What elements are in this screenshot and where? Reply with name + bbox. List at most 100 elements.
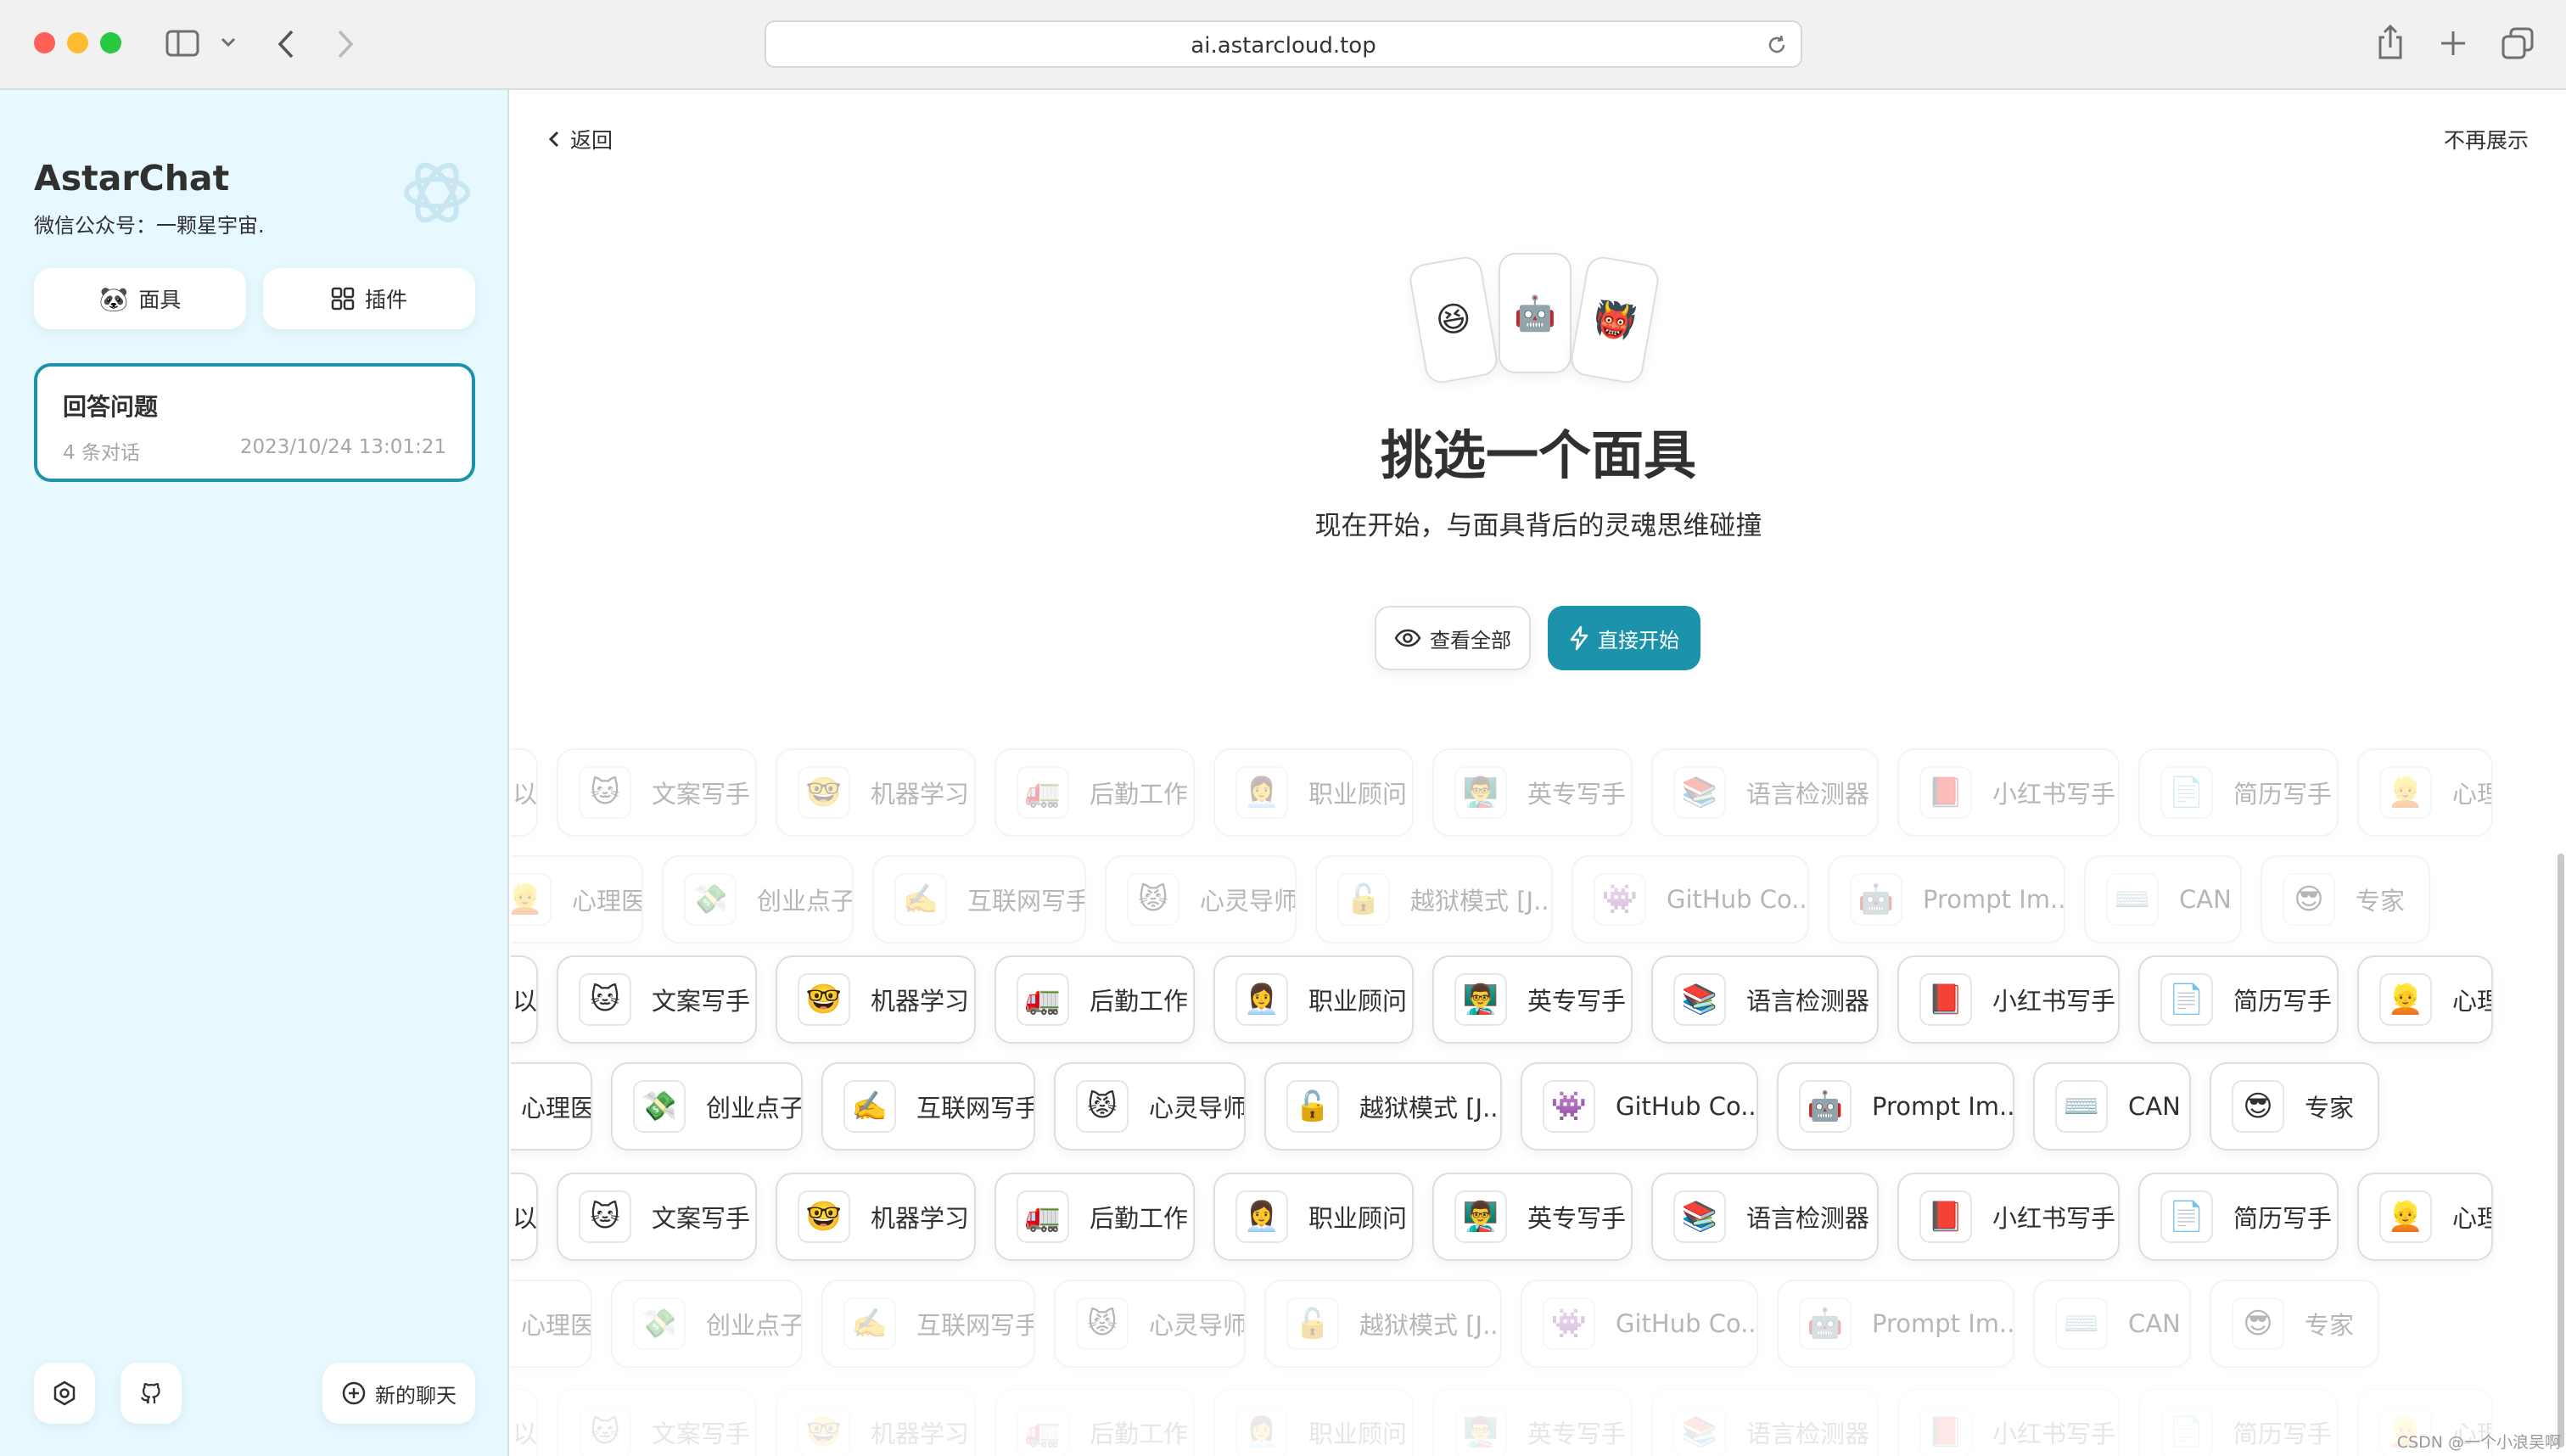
mask-item[interactable]: 🚛 后勤工作 (994, 748, 1195, 837)
mask-item[interactable]: 🖼️以文搜图 (511, 748, 538, 837)
mask-emoji: 👾 (1543, 1080, 1595, 1133)
mask-emoji: 👱 (2379, 1190, 2432, 1243)
mask-item[interactable]: 📕 小红书写手 (1897, 748, 2120, 837)
mask-item[interactable]: 🤖 Prompt Im... (1777, 1062, 2014, 1151)
mask-item[interactable]: 👱心理医生 (2357, 1173, 2493, 1261)
mask-item[interactable]: 🐱 文案写手 (557, 1173, 757, 1261)
mask-item[interactable]: 📕 小红书写手 (1897, 1388, 2120, 1456)
mask-item[interactable]: 👾 GitHub Co... (1521, 1280, 1758, 1368)
mask-item[interactable]: 👱心理医生 (2357, 748, 2493, 837)
mask-name: 以文搜图 (513, 1204, 538, 1233)
mask-item[interactable]: 🖼️以文搜图 (511, 955, 538, 1044)
mask-item[interactable]: ⌨️ CAN (2033, 1280, 2191, 1368)
mask-item[interactable]: 👱心理医生 (511, 1062, 592, 1151)
mask-item[interactable]: ✍️ 互联网写手 (872, 855, 1086, 944)
mask-item[interactable]: 💸 创业点子王 (611, 1062, 803, 1151)
github-button[interactable] (120, 1363, 182, 1424)
mask-item[interactable]: 📄 简历写手 (2138, 748, 2339, 837)
mask-emoji: 👩‍💼 (1235, 1190, 1288, 1243)
mask-item[interactable]: 👨‍🏫 英专写手 (1432, 955, 1633, 1044)
mask-item[interactable]: 😾 心灵导师 (1105, 855, 1297, 944)
mask-item[interactable]: 🚛 后勤工作 (994, 955, 1195, 1044)
mask-item[interactable]: ⌨️ CAN (2084, 855, 2242, 944)
mask-item[interactable]: 👾 GitHub Co... (1572, 855, 1809, 944)
mask-icon: 🐼 (98, 284, 129, 313)
settings-button[interactable] (34, 1363, 95, 1424)
mask-item[interactable]: 👩‍💼 职业顾问 (1213, 1388, 1414, 1456)
zoom-window-button[interactable] (100, 32, 121, 53)
mask-item[interactable]: 📄 简历写手 (2138, 1388, 2339, 1456)
view-all-button[interactable]: 查看全部 (1375, 606, 1531, 670)
mask-item[interactable]: ✍️ 互联网写手 (821, 1062, 1035, 1151)
dont-show-again-button[interactable]: 不再展示 (2444, 124, 2529, 154)
plugin-button[interactable]: 插件 (263, 268, 475, 329)
mask-item[interactable]: 💸 创业点子王 (662, 855, 854, 944)
mask-item[interactable]: 👾 GitHub Co... (1521, 1062, 1758, 1151)
chat-list-item[interactable]: 回答问题 4 条对话 2023/10/24 13:01:21 (34, 363, 475, 482)
mask-item[interactable]: 👨‍🏫 英专写手 (1432, 1388, 1633, 1456)
mask-item[interactable]: 👨‍🏫 英专写手 (1432, 748, 1633, 837)
mask-emoji: 👩‍💼 (1235, 1406, 1288, 1456)
mask-button[interactable]: 🐼 面具 (34, 268, 246, 329)
mask-item[interactable]: 🚛 后勤工作 (994, 1173, 1195, 1261)
reload-icon[interactable] (1765, 33, 1789, 57)
mask-item[interactable]: 😾 心灵导师 (1054, 1280, 1246, 1368)
mask-item[interactable]: 📚 语言检测器 (1651, 1388, 1879, 1456)
mask-item[interactable]: 📚 语言检测器 (1651, 1173, 1879, 1261)
start-chat-button[interactable]: 直接开始 (1548, 606, 1700, 670)
mask-item[interactable]: 😎 专家 (2210, 1062, 2379, 1151)
share-icon[interactable] (2376, 24, 2405, 61)
mask-item[interactable]: 👩‍💼 职业顾问 (1213, 748, 1414, 837)
mask-item[interactable]: 🤓 机器学习 (776, 1388, 976, 1456)
mask-item[interactable]: 👱心理医生 (511, 855, 643, 944)
back-button[interactable]: 返回 (548, 124, 613, 154)
tab-overview-icon[interactable] (2502, 27, 2534, 59)
mask-item[interactable]: 👱心理医生 (2357, 955, 2493, 1044)
mask-item[interactable]: ✍️ 互联网写手 (821, 1280, 1035, 1368)
mask-item[interactable]: 🐱 文案写手 (557, 1388, 757, 1456)
mask-name: 心理医生 (521, 1094, 591, 1123)
mask-item[interactable]: 🖼️以文搜图 (511, 1173, 538, 1261)
mask-item[interactable]: 📚 语言检测器 (1651, 955, 1879, 1044)
mask-item[interactable]: ⌨️ CAN (2033, 1062, 2191, 1151)
mask-item[interactable]: 🐱 文案写手 (557, 748, 757, 837)
mask-item[interactable]: 🤓 机器学习 (776, 955, 976, 1044)
mask-item[interactable]: 👨‍🏫 英专写手 (1432, 1173, 1633, 1261)
mask-item[interactable]: 📕 小红书写手 (1897, 955, 2120, 1044)
mask-item[interactable]: 📄 简历写手 (2138, 1173, 2339, 1261)
mask-item[interactable]: 😎 专家 (2210, 1280, 2379, 1368)
mask-item[interactable]: 📕 小红书写手 (1897, 1173, 2120, 1261)
mask-item[interactable]: 🔓 越狱模式 [J... (1264, 1062, 1502, 1151)
forward-nav-icon[interactable] (336, 29, 355, 59)
mask-item[interactable]: 🖼️以文搜图 (511, 1388, 538, 1456)
close-window-button[interactable] (34, 32, 55, 53)
mask-item[interactable]: 👱心理医生 (511, 1280, 592, 1368)
chevron-down-icon[interactable] (221, 36, 236, 48)
mask-item[interactable]: 👩‍💼 职业顾问 (1213, 955, 1414, 1044)
sidebar-toggle-icon[interactable] (165, 30, 199, 57)
mask-name: 机器学习 (871, 1204, 970, 1233)
mask-row: 🖼️以文搜图 🐱 文案写手 🤓 机器学习 🚛 后勤工作 👩‍💼 职业顾问 👨‍🏫 英专写手 📚 语言检测… (511, 955, 2566, 1044)
mask-item[interactable]: 🤓 机器学习 (776, 1173, 976, 1261)
mask-item[interactable]: 😾 心灵导师 (1054, 1062, 1246, 1151)
mask-item[interactable]: 👩‍💼 职业顾问 (1213, 1173, 1414, 1261)
new-tab-icon[interactable] (2439, 29, 2468, 58)
mask-item[interactable]: 🤖 Prompt Im... (1828, 855, 2065, 944)
mask-item[interactable]: 💸 创业点子王 (611, 1280, 803, 1368)
mask-item[interactable]: 📄 简历写手 (2138, 955, 2339, 1044)
minimize-window-button[interactable] (67, 32, 88, 53)
mask-item[interactable]: 😎 专家 (2261, 855, 2430, 944)
mask-item[interactable]: 🤖 Prompt Im... (1777, 1280, 2014, 1368)
mask-item[interactable]: 📚 语言检测器 (1651, 748, 1879, 837)
address-bar[interactable]: ai.astarcloud.top (765, 20, 1802, 68)
mask-item[interactable]: 🐱 文案写手 (557, 955, 757, 1044)
new-chat-button[interactable]: 新的聊天 (322, 1363, 475, 1424)
mask-emoji: 🐱 (579, 1406, 631, 1456)
mask-item[interactable]: 🔓 越狱模式 [J... (1315, 855, 1553, 944)
mask-item[interactable]: 🤓 机器学习 (776, 748, 976, 837)
mask-emoji: 🤓 (798, 1406, 850, 1456)
back-nav-icon[interactable] (277, 29, 295, 59)
mask-item[interactable]: 🚛 后勤工作 (994, 1388, 1195, 1456)
mask-item[interactable]: 🔓 越狱模式 [J... (1264, 1280, 1502, 1368)
scrollbar[interactable] (2558, 854, 2564, 1448)
